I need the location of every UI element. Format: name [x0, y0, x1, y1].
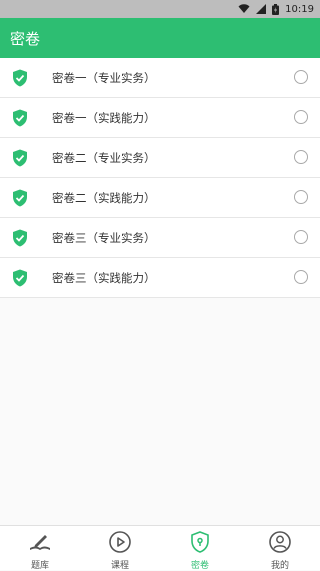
shield-check-icon [12, 229, 28, 247]
app-bar: 密卷 [0, 18, 320, 58]
list-item-label: 密卷三（实践能力） [52, 270, 156, 285]
list-item[interactable]: 密卷一（实践能力） [0, 98, 320, 138]
play-circle-icon [108, 530, 132, 557]
page-title: 密卷 [10, 29, 41, 48]
tab-label: 密卷 [190, 561, 209, 571]
tab-label: 我的 [270, 561, 289, 571]
radio-button[interactable] [294, 270, 308, 284]
list-item-label: 密卷三（专业实务） [52, 230, 156, 245]
bottom-nav: 题库 课程 密卷 我的 [0, 525, 320, 571]
tab-question-bank[interactable]: 题库 [0, 526, 80, 571]
tab-secret-papers[interactable]: 密卷 [160, 526, 240, 571]
status-time: 10:19 [285, 3, 314, 15]
shield-check-icon [12, 269, 28, 287]
radio-button[interactable] [294, 190, 308, 204]
signal-icon [256, 4, 267, 14]
tab-label: 课程 [110, 561, 129, 571]
list-item[interactable]: 密卷三（实践能力） [0, 258, 320, 298]
shield-check-icon [12, 109, 28, 127]
shield-check-icon [12, 149, 28, 167]
tab-profile[interactable]: 我的 [240, 526, 320, 571]
battery-icon [272, 3, 280, 15]
person-icon [268, 530, 292, 557]
list-item-label: 密卷二（专业实务） [52, 150, 156, 165]
list-item[interactable]: 密卷二（实践能力） [0, 178, 320, 218]
tab-courses[interactable]: 课程 [80, 526, 160, 571]
list-item-label: 密卷二（实践能力） [52, 190, 156, 205]
list-item-label: 密卷一（实践能力） [52, 110, 156, 125]
status-bar: 10:19 [0, 0, 320, 18]
radio-button[interactable] [294, 230, 308, 244]
shield-check-icon [12, 189, 28, 207]
radio-button[interactable] [294, 70, 308, 84]
exam-list: 密卷一（专业实务） 密卷一（实践能力） 密卷二（专业实务） 密卷二（实践能力） … [0, 58, 320, 298]
tab-label: 题库 [30, 561, 49, 571]
radio-button[interactable] [294, 110, 308, 124]
list-item[interactable]: 密卷一（专业实务） [0, 58, 320, 98]
radio-button[interactable] [294, 150, 308, 164]
wifi-icon [238, 4, 250, 14]
list-item-label: 密卷一（专业实务） [52, 70, 156, 85]
book-pen-icon [28, 530, 52, 557]
shield-lock-icon [188, 530, 212, 557]
list-item[interactable]: 密卷三（专业实务） [0, 218, 320, 258]
shield-check-icon [12, 69, 28, 87]
list-item[interactable]: 密卷二（专业实务） [0, 138, 320, 178]
